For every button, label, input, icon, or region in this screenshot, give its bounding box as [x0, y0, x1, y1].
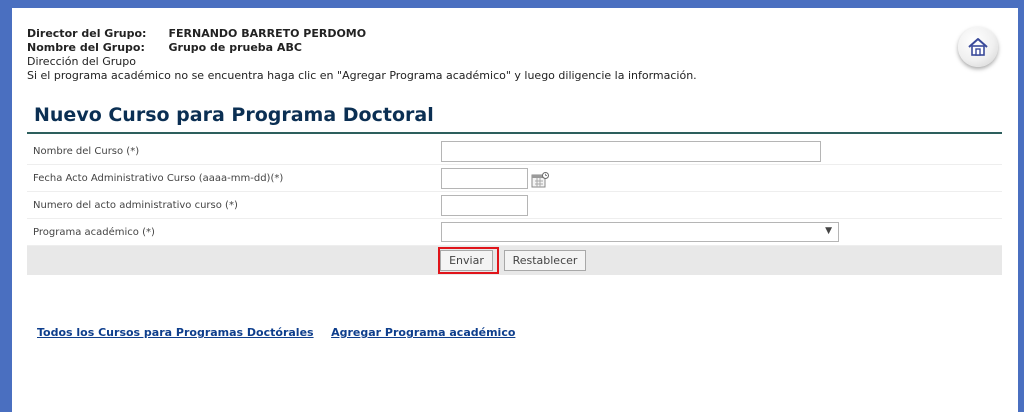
reset-button[interactable]: Restablecer: [504, 250, 586, 271]
submit-button[interactable]: Enviar: [440, 250, 493, 271]
title-divider: [27, 132, 1002, 134]
chevron-down-icon: ▼: [825, 226, 832, 236]
program-select[interactable]: ▼: [441, 222, 839, 242]
form-row-course-name: Nombre del Curso (*): [27, 138, 1002, 165]
date-input[interactable]: [441, 168, 528, 189]
group-name-value: Grupo de prueba ABC: [168, 41, 302, 54]
director-value: FERNANDO BARRETO PERDOMO: [168, 27, 367, 40]
director-label: Director del Grupo:: [27, 27, 147, 40]
course-name-label: Nombre del Curso (*): [33, 146, 140, 157]
add-program-link[interactable]: Agregar Programa académico: [331, 326, 515, 339]
director-line: Director del Grupo: FERNANDO BARRETO PER…: [27, 27, 1007, 41]
page-title: Nuevo Curso para Programa Doctoral: [34, 104, 434, 126]
group-name-label: Nombre del Grupo:: [27, 41, 145, 54]
form-row-date: Fecha Acto Administrativo Curso (aaaa-mm…: [27, 165, 1002, 192]
form-row-act-number: Numero del acto administrativo curso (*): [27, 192, 1002, 219]
group-address-label: Dirección del Grupo: [27, 55, 136, 68]
program-label: Programa académico (*): [33, 227, 155, 238]
course-name-input[interactable]: [441, 141, 821, 162]
window-frame-top: [0, 0, 1024, 8]
act-number-input[interactable]: [441, 195, 528, 216]
act-number-label: Numero del acto administrativo curso (*): [33, 200, 238, 211]
all-courses-link[interactable]: Todos los Cursos para Programas Doctóral…: [37, 326, 314, 339]
calendar-icon[interactable]: [531, 172, 549, 188]
instruction-text: Si el programa académico no se encuentra…: [27, 69, 697, 82]
footer-links: Todos los Cursos para Programas Doctóral…: [37, 326, 529, 339]
home-button[interactable]: [958, 27, 998, 67]
window-frame-right: [1018, 0, 1024, 412]
window-frame-left: [0, 0, 12, 412]
form-actions: Enviar Restablecer: [27, 246, 1002, 275]
date-label: Fecha Acto Administrativo Curso (aaaa-mm…: [33, 173, 284, 184]
group-name-line: Nombre del Grupo: Grupo de prueba ABC: [27, 41, 1007, 55]
group-info: Director del Grupo: FERNANDO BARRETO PER…: [27, 27, 1007, 83]
course-form: Nombre del Curso (*) Fecha Acto Administ…: [27, 138, 1002, 275]
form-row-program: Programa académico (*) ▼: [27, 219, 1002, 246]
home-icon: [968, 38, 988, 56]
